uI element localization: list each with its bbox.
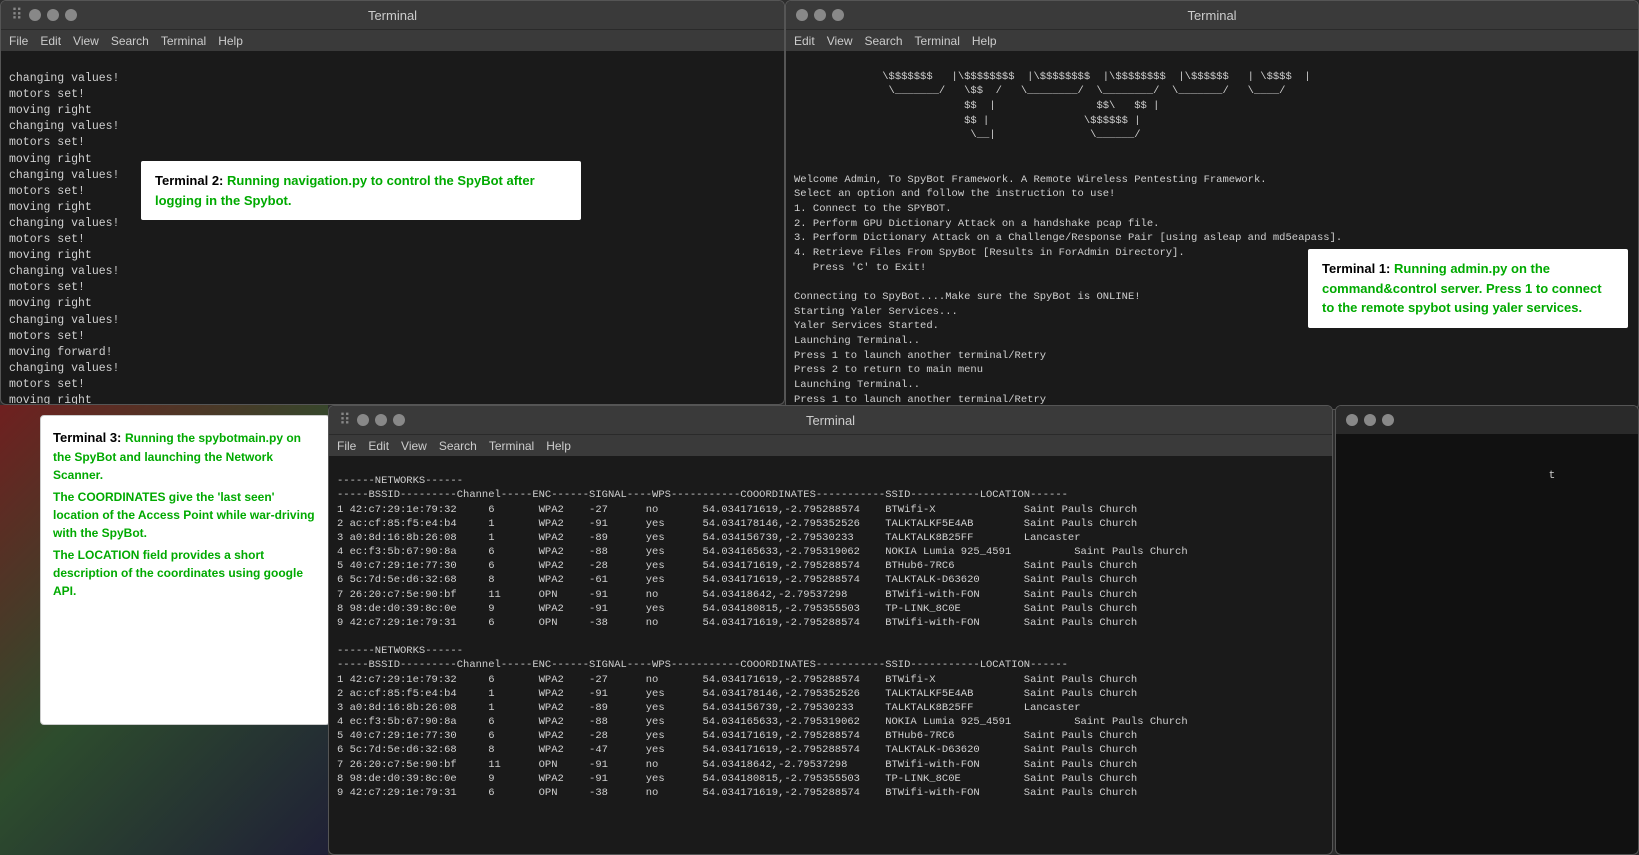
network-row-2-3: 3 a0:8d:16:8b:26:08 1 WPA2 -89 yes 54.03…	[337, 702, 1081, 714]
traffic-lights-2	[796, 9, 844, 21]
terminal-output-1: changing values! motors set! moving righ…	[9, 72, 119, 404]
traffic-lights-5	[1346, 414, 1394, 426]
network-columns-2: -----BSSID---------Channel-----ENC------…	[337, 659, 1068, 671]
terminal-title-1: Terminal	[368, 8, 417, 23]
terminal-titlebar-5	[1336, 406, 1638, 434]
menu-terminal-2[interactable]: Terminal	[915, 34, 960, 48]
annotation-1-label: Terminal 1:	[1322, 261, 1394, 276]
terminal-title-2: Terminal	[1187, 8, 1236, 23]
network-header-2: ------NETWORKS------	[337, 645, 463, 657]
annotation-2-label: Terminal 2:	[155, 173, 227, 188]
menu-edit-2[interactable]: Edit	[794, 34, 815, 48]
maximize-button-1[interactable]	[65, 9, 77, 21]
ascii-art: \$$$$$$$ |\$$$$$$$$ |\$$$$$$$$ |\$$$$$$$…	[794, 71, 1311, 142]
menu-edit-1[interactable]: Edit	[40, 34, 61, 48]
menu-view-2[interactable]: View	[827, 34, 853, 48]
drag-handle-4: ⠿	[339, 410, 351, 430]
close-button-1[interactable]	[29, 9, 41, 21]
close-button-4[interactable]	[357, 414, 369, 426]
network-row-1-3: 3 a0:8d:16:8b:26:08 1 WPA2 -89 yes 54.03…	[337, 532, 1081, 544]
terminal-content-5: t	[1336, 434, 1638, 854]
terminal-titlebar-1: ⠿ Terminal	[1, 1, 784, 29]
drag-handle: ⠿	[11, 5, 23, 25]
network-columns-1: -----BSSID---------Channel-----ENC------…	[337, 489, 1068, 501]
annotation-3-location: The LOCATION field provides a short desc…	[53, 546, 317, 600]
maximize-button-2[interactable]	[832, 9, 844, 21]
minimize-button-2[interactable]	[814, 9, 826, 21]
welcome-text: Welcome Admin, To SpyBot Framework. A Re…	[794, 174, 1342, 410]
network-row-2-8: 8 98:de:d0:39:8c:0e 9 WPA2 -91 yes 54.03…	[337, 773, 1137, 785]
minimize-button-4[interactable]	[375, 414, 387, 426]
terminal-title-4: Terminal	[806, 413, 855, 428]
network-row-1-5: 5 40:c7:29:1e:77:30 6 WPA2 -28 yes 54.03…	[337, 560, 1137, 572]
terminal-window-2: Terminal Edit View Search Terminal Help …	[785, 0, 1639, 410]
network-row-2-4: 4 ec:f3:5b:67:90:8a 6 WPA2 -88 yes 54.03…	[337, 716, 1188, 728]
network-row-2-9: 9 42:c7:29:1e:79:31 6 OPN -38 no 54.0341…	[337, 787, 1137, 799]
terminal-window-4: ⠿ Terminal File Edit View Search Termina…	[328, 405, 1333, 855]
terminal-window-5: t	[1335, 405, 1639, 855]
network-row-1-4: 4 ec:f3:5b:67:90:8a 6 WPA2 -88 yes 54.03…	[337, 546, 1188, 558]
annotation-3-label: Terminal 3:	[53, 430, 125, 445]
menu-help-4[interactable]: Help	[546, 439, 571, 453]
network-row-2-7: 7 26:20:c7:5e:90:bf 11 OPN -91 no 54.034…	[337, 759, 1137, 771]
network-row-2-5: 5 40:c7:29:1e:77:30 6 WPA2 -28 yes 54.03…	[337, 730, 1137, 742]
network-header-1: ------NETWORKS------	[337, 475, 463, 487]
network-row-1-6: 6 5c:7d:5e:d6:32:68 8 WPA2 -61 yes 54.03…	[337, 574, 1137, 586]
menu-view-1[interactable]: View	[73, 34, 99, 48]
annotation-1: Terminal 1: Running admin.py on the comm…	[1308, 249, 1628, 328]
traffic-lights-4	[357, 414, 405, 426]
network-row-1-2: 2 ac:cf:85:f5:e4:b4 1 WPA2 -91 yes 54.03…	[337, 518, 1137, 530]
menu-edit-4[interactable]: Edit	[368, 439, 389, 453]
annotation-2: Terminal 2: Running navigation.py to con…	[141, 161, 581, 220]
terminal-titlebar-2: Terminal	[786, 1, 1638, 29]
traffic-lights-1	[29, 9, 77, 21]
menu-search-2[interactable]: Search	[864, 34, 902, 48]
terminal-window-1: ⠿ Terminal File Edit View Search Termina…	[0, 0, 785, 405]
terminal-content-4: ------NETWORKS------ -----BSSID---------…	[329, 456, 1332, 854]
terminal-titlebar-4: ⠿ Terminal	[329, 406, 1332, 434]
menu-file-4[interactable]: File	[337, 439, 356, 453]
menu-search-1[interactable]: Search	[111, 34, 149, 48]
menu-help-1[interactable]: Help	[218, 34, 243, 48]
network-row-1-8: 8 98:de:d0:39:8c:0e 9 WPA2 -91 yes 54.03…	[337, 603, 1137, 615]
menu-search-4[interactable]: Search	[439, 439, 477, 453]
menu-help-2[interactable]: Help	[972, 34, 997, 48]
menu-file-1[interactable]: File	[9, 34, 28, 48]
close-button-5[interactable]	[1346, 414, 1358, 426]
maximize-button-5[interactable]	[1382, 414, 1394, 426]
terminal-content-1: changing values! motors set! moving righ…	[1, 51, 784, 404]
maximize-button-4[interactable]	[393, 414, 405, 426]
terminal-content-2: \$$$$$$$ |\$$$$$$$$ |\$$$$$$$$ |\$$$$$$$…	[786, 51, 1638, 409]
minimize-button-1[interactable]	[47, 9, 59, 21]
menu-view-4[interactable]: View	[401, 439, 427, 453]
terminal-menubar-1: File Edit View Search Terminal Help	[1, 29, 784, 51]
menu-terminal-1[interactable]: Terminal	[161, 34, 206, 48]
network-row-2-1: 1 42:c7:29:1e:79:32 6 WPA2 -27 no 54.034…	[337, 674, 1137, 686]
close-button-2[interactable]	[796, 9, 808, 21]
menu-terminal-4[interactable]: Terminal	[489, 439, 534, 453]
annotation-box-3: Terminal 3: Running the spybotmain.py on…	[40, 415, 330, 725]
network-row-2-2: 2 ac:cf:85:f5:e4:b4 1 WPA2 -91 yes 54.03…	[337, 688, 1137, 700]
annotation-3-coords: The COORDINATES give the 'last seen' loc…	[53, 488, 317, 542]
network-row-1-9: 9 42:c7:29:1e:79:31 6 OPN -38 no 54.0341…	[337, 617, 1137, 629]
network-row-2-6: 6 5c:7d:5e:d6:32:68 8 WPA2 -47 yes 54.03…	[337, 744, 1137, 756]
network-row-1-7: 7 26:20:c7:5e:90:bf 11 OPN -91 no 54.034…	[337, 589, 1137, 601]
network-row-1-1: 1 42:c7:29:1e:79:32 6 WPA2 -27 no 54.034…	[337, 504, 1137, 516]
terminal-output-5: t	[1344, 470, 1555, 482]
terminal-menubar-2: Edit View Search Terminal Help	[786, 29, 1638, 51]
minimize-button-5[interactable]	[1364, 414, 1376, 426]
terminal-menubar-4: File Edit View Search Terminal Help	[329, 434, 1332, 456]
